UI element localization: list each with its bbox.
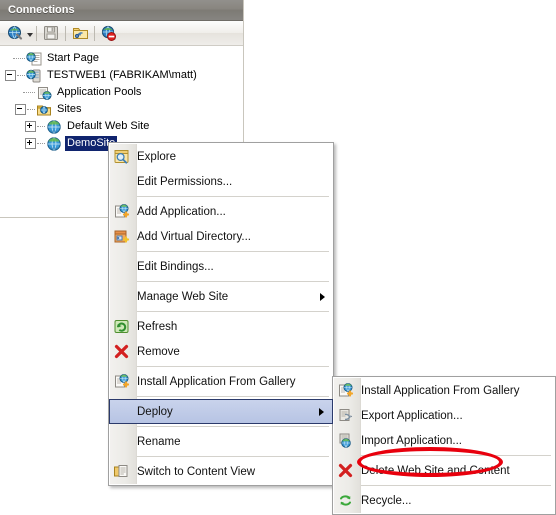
export-application-icon xyxy=(337,407,354,424)
tree-expander-expand[interactable] xyxy=(25,138,36,149)
menu-item-edit-permissions[interactable]: Edit Permissions... xyxy=(109,169,333,194)
menu-item-label: Switch to Content View xyxy=(137,465,256,478)
menu-item-edit-bindings[interactable]: Edit Bindings... xyxy=(109,254,333,279)
tree-node-testweb1[interactable]: TESTWEB1 (FABRIKAM\matt) xyxy=(0,67,242,84)
menu-separator xyxy=(137,311,329,312)
tree-node-start-page[interactable]: Start Page xyxy=(0,50,242,67)
menu-item-add-virtual-directory[interactable]: Add Virtual Directory... xyxy=(109,224,333,249)
submenu-item-export-application[interactable]: Export Application... xyxy=(333,403,555,428)
menu-item-label: Install Application From Gallery xyxy=(137,375,296,388)
submenu-separator xyxy=(361,455,551,456)
menu-item-label: Deploy xyxy=(137,405,173,418)
tree-expander-collapse[interactable] xyxy=(15,104,26,115)
connections-title-bar: Connections xyxy=(0,0,243,21)
save-connections-button[interactable] xyxy=(40,23,62,44)
website-icon xyxy=(46,136,62,152)
globe-with-dropdown-icon xyxy=(7,25,22,40)
gallery-install-icon xyxy=(113,373,130,390)
tree-node-label: TESTWEB1 (FABRIKAM\matt) xyxy=(47,69,197,81)
tree-node-default-web-site[interactable]: Default Web Site xyxy=(0,118,242,135)
start-page-icon xyxy=(26,51,42,67)
menu-item-refresh[interactable]: Refresh xyxy=(109,314,333,339)
toolbar-separator-2 xyxy=(65,25,66,41)
explore-magnifier-icon xyxy=(113,148,130,165)
menu-item-label: Add Virtual Directory... xyxy=(137,230,251,243)
submenu-item-import-application[interactable]: Import Application... xyxy=(333,428,555,453)
menu-separator xyxy=(137,426,329,427)
tree-node-label: Default Web Site xyxy=(67,120,150,132)
chevron-down-icon[interactable] xyxy=(27,33,33,37)
submenu-item-label: Recycle... xyxy=(361,494,412,507)
menu-separator xyxy=(137,396,329,397)
new-connection-button[interactable] xyxy=(69,23,91,44)
menu-item-install-application-from-gallery[interactable]: Install Application From Gallery xyxy=(109,369,333,394)
menu-item-label: Remove xyxy=(137,345,180,358)
website-icon xyxy=(46,119,62,135)
submenu-item-label: Import Application... xyxy=(361,434,462,447)
tree-node-application-pools[interactable]: Application Pools xyxy=(0,84,242,101)
recycle-green-icon xyxy=(337,492,354,509)
submenu-item-label: Install Application From Gallery xyxy=(361,384,520,397)
menu-item-rename[interactable]: Rename xyxy=(109,429,333,454)
connect-to-server-button[interactable] xyxy=(4,23,26,44)
disconnect-button[interactable] xyxy=(98,23,120,44)
submenu-arrow-icon xyxy=(319,407,324,416)
toolbar-separator-3 xyxy=(94,25,95,41)
globe-disconnect-icon xyxy=(101,25,116,41)
folder-connection-icon xyxy=(72,28,88,39)
menu-item-label: Manage Web Site xyxy=(137,290,229,303)
menu-separator xyxy=(137,281,329,282)
tree-node-label: Start Page xyxy=(47,52,99,64)
menu-item-label: Refresh xyxy=(137,320,178,333)
sites-folder-icon xyxy=(36,102,52,118)
submenu-item-label: Export Application... xyxy=(361,409,463,422)
toolbar-separator-1 xyxy=(36,25,37,41)
menu-item-label: Add Application... xyxy=(137,205,226,218)
submenu-item-label: Delete Web Site and Content xyxy=(361,464,510,477)
server-icon xyxy=(26,68,42,84)
menu-item-label: Edit Bindings... xyxy=(137,260,214,273)
menu-separator xyxy=(137,456,329,457)
add-virtual-directory-icon xyxy=(113,228,130,245)
gallery-install-icon xyxy=(337,382,354,399)
menu-item-label: Rename xyxy=(137,435,181,448)
site-context-menu[interactable]: Explore Edit Permissions... Add Applicat… xyxy=(108,142,334,486)
remove-red-x-icon xyxy=(113,343,130,360)
menu-item-remove[interactable]: Remove xyxy=(109,339,333,364)
page-title: Connections xyxy=(8,4,75,16)
menu-item-manage-web-site[interactable]: Manage Web Site xyxy=(109,284,333,309)
save-disk-icon xyxy=(44,26,58,40)
menu-item-add-application[interactable]: Add Application... xyxy=(109,199,333,224)
content-view-icon xyxy=(113,463,130,480)
add-application-icon xyxy=(113,203,130,220)
tree-node-label: Application Pools xyxy=(57,86,142,98)
menu-item-label: Explore xyxy=(137,150,176,163)
import-application-icon xyxy=(337,432,354,449)
tree-node-label: Sites xyxy=(57,103,82,115)
menu-separator xyxy=(137,366,329,367)
menu-item-label: Edit Permissions... xyxy=(137,175,233,188)
menu-separator xyxy=(137,196,329,197)
menu-separator xyxy=(137,251,329,252)
menu-item-switch-to-content-view[interactable]: Switch to Content View xyxy=(109,459,333,484)
menu-item-explore[interactable]: Explore xyxy=(109,144,333,169)
refresh-green-icon xyxy=(113,318,130,335)
submenu-item-recycle[interactable]: Recycle... xyxy=(333,488,555,513)
remove-red-x-icon xyxy=(337,462,354,479)
tree-expander-expand[interactable] xyxy=(25,121,36,132)
submenu-separator xyxy=(361,485,551,486)
submenu-item-delete-web-site-and-content[interactable]: Delete Web Site and Content xyxy=(333,458,555,483)
deploy-submenu[interactable]: Install Application From Gallery Export … xyxy=(332,376,556,515)
application-pools-icon xyxy=(36,85,52,101)
menu-item-deploy[interactable]: Deploy xyxy=(109,399,333,424)
connections-toolbar xyxy=(0,21,243,46)
submenu-arrow-icon xyxy=(320,292,325,301)
tree-node-sites[interactable]: Sites xyxy=(0,101,242,118)
submenu-item-install-application-from-gallery[interactable]: Install Application From Gallery xyxy=(333,378,555,403)
tree-expander-collapse[interactable] xyxy=(5,70,16,81)
